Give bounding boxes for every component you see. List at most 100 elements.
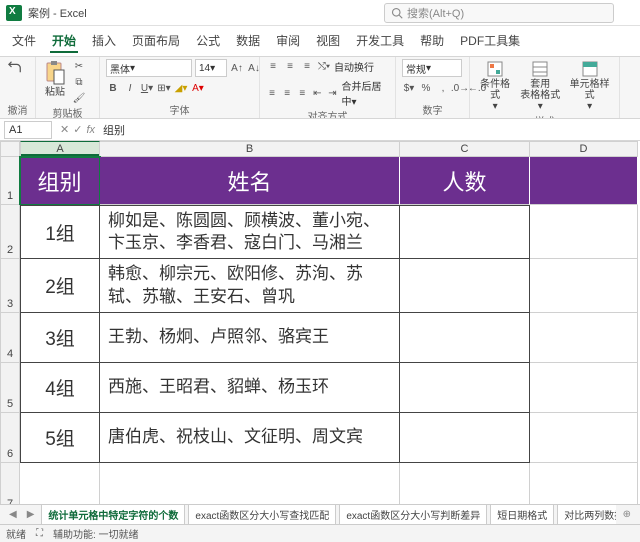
cell-C2[interactable] [400,205,530,259]
cell-A2[interactable]: 1组 [20,205,100,259]
align-left-button[interactable]: ≡ [266,86,278,100]
table-format-button[interactable]: 套用 表格格式▾ [518,59,562,113]
ribbon-tab-3[interactable]: 页面布局 [130,30,182,53]
cell-B3[interactable]: 韩愈、柳宗元、欧阳修、苏洵、苏轼、苏辙、王安石、曾巩 [100,259,400,313]
ribbon-tab-10[interactable]: PDF工具集 [458,30,522,53]
cell-B2[interactable]: 柳如是、陈圆圆、顾横波、董小宛、卞玉京、李香君、寇白门、马湘兰 [100,205,400,259]
row-header-6[interactable]: 6 [0,413,20,463]
table-format-icon [531,60,549,78]
ribbon-tab-7[interactable]: 视图 [314,30,342,53]
cell-D3[interactable] [530,259,638,313]
italic-button[interactable]: I [123,81,137,95]
align-bottom-button[interactable]: ≡ [300,60,314,74]
merge-button[interactable]: 合并后居中▾ [341,78,389,108]
sheet-tab-0[interactable]: 统计单元格中特定字符的个数 [41,504,185,525]
cell-A1[interactable]: 组别 [20,157,100,205]
cell-A4[interactable]: 3组 [20,313,100,363]
cell-styles-button[interactable]: 单元格样式▾ [566,59,613,113]
sheet-nav-next[interactable]: ▶ [24,509,38,520]
percent-button[interactable]: % [419,81,433,95]
cell-D5[interactable] [530,363,638,413]
orientation-button[interactable]: ⤭▾ [317,60,331,74]
underline-button[interactable]: U▾ [140,81,154,95]
cond-format-icon [486,60,504,78]
col-header-D[interactable]: D [530,141,638,157]
name-box[interactable]: A1 [4,121,52,139]
currency-button[interactable]: $▾ [402,81,416,95]
sheet-tab-1[interactable]: exact函数区分大小写查找匹配 [188,504,336,525]
align-middle-button[interactable]: ≡ [283,60,297,74]
ribbon-tab-2[interactable]: 插入 [90,30,118,53]
status-accessibility: 辅助功能: 一切就绪 [53,526,139,541]
cell-B6[interactable]: 唐伯虎、祝枝山、文征明、周文宾 [100,413,400,463]
cell-A6[interactable]: 5组 [20,413,100,463]
fill-color-button[interactable]: ◢▾ [174,81,188,95]
number-format-select[interactable]: 常规 ▾ [402,59,462,77]
sheet-tab-3[interactable]: 短日期格式 [490,504,554,525]
align-center-button[interactable]: ≡ [281,86,293,100]
cancel-formula-icon[interactable]: ✕ [60,123,69,136]
status-ready: 就绪 [6,526,26,541]
wrap-text-button[interactable]: 自动换行 [334,59,374,74]
font-color-button[interactable]: A▾ [191,81,205,95]
align-top-button[interactable]: ≡ [266,60,280,74]
cell-C6[interactable] [400,413,530,463]
cell-D6[interactable] [530,413,638,463]
ribbon-tab-1[interactable]: 开始 [50,30,78,53]
enter-formula-icon[interactable]: ✓ [73,123,82,136]
cell-A3[interactable]: 2组 [20,259,100,313]
cell-B4[interactable]: 王勃、杨炯、卢照邻、骆宾王 [100,313,400,363]
col-header-B[interactable]: B [100,141,400,157]
format-painter-button[interactable]: 🖌 [72,91,86,105]
font-size-select[interactable]: 14 ▾ [195,59,227,77]
indent-dec-button[interactable]: ⇤ [311,86,323,100]
copy-button[interactable]: ⧉ [72,75,86,89]
border-button[interactable]: ⊞▾ [157,81,171,95]
row-header-1[interactable]: 1 [0,157,20,205]
comma-button[interactable]: , [436,81,450,95]
col-header-A[interactable]: A [20,141,100,157]
paste-button[interactable]: 粘贴 [42,59,68,99]
cell-C4[interactable] [400,313,530,363]
row-header-2[interactable]: 2 [0,205,20,259]
cut-button[interactable]: ✂ [72,59,86,73]
cell-C3[interactable] [400,259,530,313]
formula-bar[interactable]: 组别 [99,122,640,138]
cell-D1[interactable] [530,157,638,205]
fx-icon[interactable]: fx [86,124,95,136]
search-box[interactable]: 搜索(Alt+Q) [384,3,614,23]
inc-decimal-button[interactable]: .0→ [453,81,467,95]
cell-A5[interactable]: 4组 [20,363,100,413]
select-all-corner[interactable] [0,141,20,157]
font-name-select[interactable]: 黑体 ▾ [106,59,192,77]
decrease-font-icon[interactable]: A↓ [247,61,261,75]
conditional-format-button[interactable]: 条件格式▾ [476,59,514,113]
cell-C5[interactable] [400,363,530,413]
ribbon-tab-6[interactable]: 审阅 [274,30,302,53]
undo-button[interactable] [6,59,24,76]
col-header-C[interactable]: C [400,141,530,157]
group-label-clipboard: 剪贴板 [42,105,93,119]
cell-B5[interactable]: 西施、王昭君、貂蝉、杨玉环 [100,363,400,413]
sheet-tab-2[interactable]: exact函数区分大小写判断差异 [339,504,487,525]
bold-button[interactable]: B [106,81,120,95]
ribbon-tab-4[interactable]: 公式 [194,30,222,53]
ribbon-tab-8[interactable]: 开发工具 [354,30,406,53]
sheet-tab-4[interactable]: 对比两列数据差异 [557,504,615,525]
ribbon-tab-5[interactable]: 数据 [234,30,262,53]
increase-font-icon[interactable]: A↑ [230,61,244,75]
cell-D4[interactable] [530,313,638,363]
sheet-grid[interactable]: ABCD 1组别姓名人数 21组柳如是、陈圆圆、顾横波、董小宛、卞玉京、李香君、寇… [0,141,640,521]
align-right-button[interactable]: ≡ [296,86,308,100]
cell-B1[interactable]: 姓名 [100,157,400,205]
sheet-nav-prev[interactable]: ◀ [6,509,20,520]
row-header-3[interactable]: 3 [0,259,20,313]
ribbon-tab-9[interactable]: 帮助 [418,30,446,53]
new-sheet-button[interactable]: ⊕ [620,509,634,520]
ribbon-tab-0[interactable]: 文件 [10,30,38,53]
row-header-5[interactable]: 5 [0,363,20,413]
row-header-4[interactable]: 4 [0,313,20,363]
cell-D2[interactable] [530,205,638,259]
indent-inc-button[interactable]: ⇥ [326,86,338,100]
cell-C1[interactable]: 人数 [400,157,530,205]
